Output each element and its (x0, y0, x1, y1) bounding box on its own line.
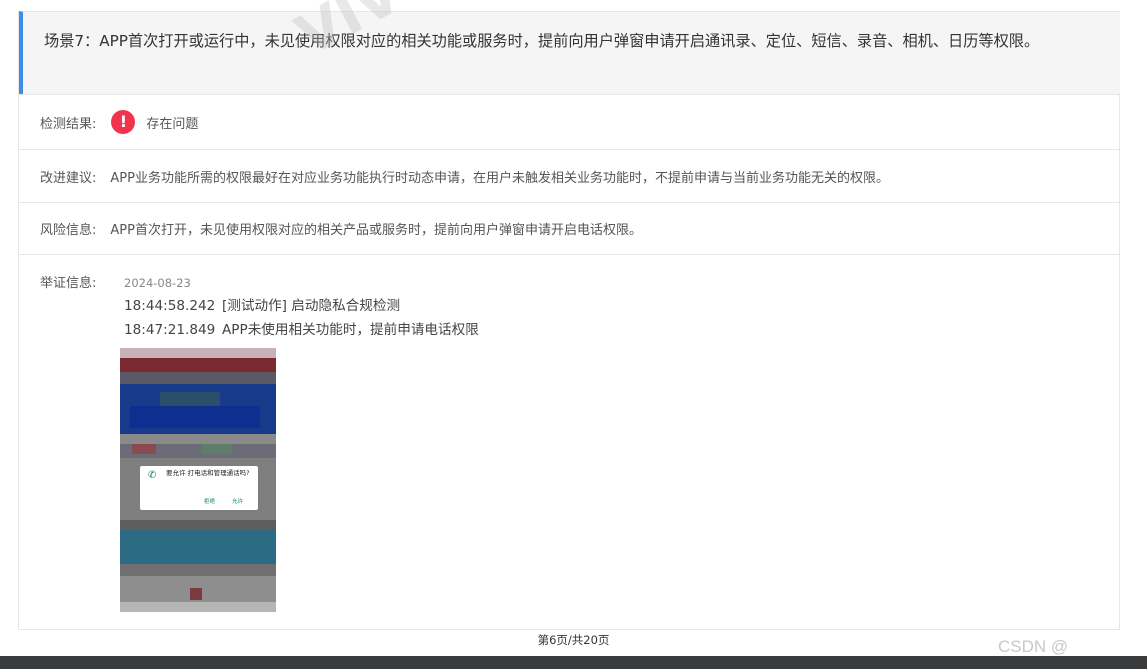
permission-dialog: ✆ 要允许 打电话和管理通话吗? 拒绝 允许 (140, 466, 258, 510)
bottom-bar (0, 656, 1147, 669)
log-entry: 18:44:58.242 [测试动作] 启动隐私合规检测 (124, 295, 724, 319)
mosaic-block (202, 444, 232, 454)
mosaic-block (190, 588, 202, 600)
log-entry: 18:47:21.849 APP未使用相关功能时，提前申请电话权限 (124, 319, 724, 343)
scene-title: 场景7：APP首次打开或运行中，未见使用权限对应的相关功能或服务时，提前向用户弹… (19, 11, 1120, 95)
mosaic-block (120, 348, 276, 358)
phone-icon: ✆ (148, 470, 157, 481)
footer-brand: CSDN @ (998, 637, 1069, 656)
mosaic-block (120, 520, 276, 530)
log-time: 18:47:21.849 (124, 322, 216, 338)
risk-label: 风险信息: (40, 223, 97, 238)
mosaic-block (120, 372, 276, 384)
suggestion-row: 改进建议: APP业务功能所需的权限最好在对应业务功能执行时动态申请，在用户未触… (19, 149, 1120, 202)
evidence-row: 举证信息: 2024-08-23 18:44:58.242 [测试动作] 启动隐私… (19, 254, 1120, 630)
evidence-label: 举证信息: (40, 276, 97, 291)
log-text: APP未使用相关功能时，提前申请电话权限 (222, 322, 479, 338)
mosaic-block (120, 358, 276, 372)
result-row: 检测结果: ! 存在问题 (19, 94, 1120, 149)
result-label: 检测结果: (40, 116, 97, 132)
risk-text: APP首次打开，未见使用权限对应的相关产品或服务时，提前向用户弹窗申请开启电话权… (110, 223, 642, 238)
log-time: 18:44:58.242 (124, 298, 216, 314)
mosaic-block (130, 406, 260, 428)
dialog-title: 要允许 打电话和管理通话吗? (166, 469, 250, 477)
log-text: [测试动作] 启动隐私合规检测 (222, 298, 401, 314)
allow-button: 允许 (232, 499, 244, 505)
exclamation-icon: ! (111, 110, 136, 134)
status-badge: 存在问题 (146, 116, 199, 132)
evidence-date: 2024-08-23 (124, 276, 191, 290)
mosaic-block (120, 602, 276, 612)
report-page: 场景7：APP首次打开或运行中，未见使用权限对应的相关功能或服务时，提前向用户弹… (0, 0, 1147, 669)
deny-button: 拒绝 (204, 499, 216, 505)
mosaic-block (120, 564, 276, 576)
suggestion-label: 改进建议: (40, 170, 97, 186)
mosaic-block (160, 392, 220, 406)
evidence-screenshot[interactable]: ✆ 要允许 打电话和管理通话吗? 拒绝 允许 (120, 348, 276, 612)
suggestion-text: APP业务功能所需的权限最好在对应业务功能执行时动态申请，在用户未触发相关业务功… (110, 170, 889, 186)
page-indicator: 第6页/共20页 (537, 633, 610, 647)
evidence-log: 2024-08-23 18:44:58.242 [测试动作] 启动隐私合规检测 1… (124, 275, 724, 343)
mosaic-block (120, 530, 276, 564)
scene-card: 场景7：APP首次打开或运行中，未见使用权限对应的相关功能或服务时，提前向用户弹… (18, 11, 1120, 630)
mosaic-block (132, 444, 156, 454)
risk-row: 风险信息: APP首次打开，未见使用权限对应的相关产品或服务时，提前向用户弹窗申… (19, 202, 1120, 254)
mosaic-block (120, 434, 276, 444)
